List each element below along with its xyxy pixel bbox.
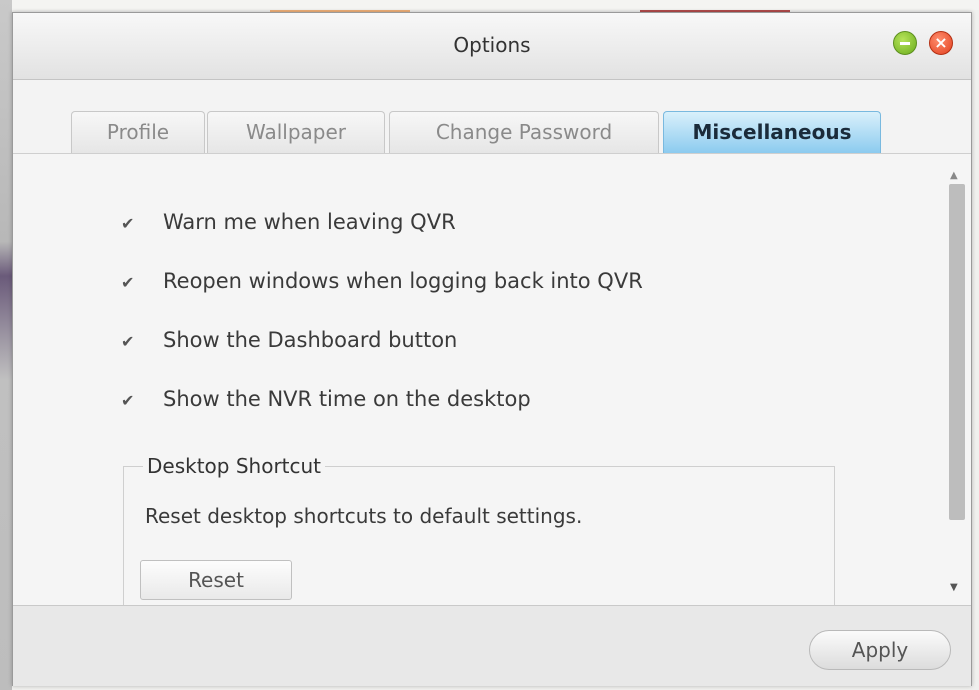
reset-button[interactable]: Reset — [140, 560, 292, 600]
option-label: Show the NVR time on the desktop — [163, 387, 531, 411]
dialog-footer: Apply — [13, 605, 971, 686]
background-top — [0, 0, 979, 10]
check-icon[interactable]: ✔ — [121, 274, 139, 292]
check-icon[interactable]: ✔ — [121, 333, 139, 351]
tab-profile[interactable]: Profile — [71, 111, 205, 153]
vertical-scrollbar[interactable]: ▲ ▼ — [945, 154, 969, 606]
background-edge — [0, 0, 12, 690]
option-label: Show the Dashboard button — [163, 328, 458, 352]
window-title: Options — [453, 33, 531, 57]
scroll-up-icon[interactable]: ▲ — [950, 170, 958, 181]
scroll-down-icon[interactable]: ▼ — [950, 582, 958, 593]
scroll-thumb[interactable] — [949, 184, 965, 520]
check-icon[interactable]: ✔ — [121, 392, 139, 410]
tab-change-password[interactable]: Change Password — [389, 111, 659, 153]
check-icon[interactable]: ✔ — [121, 215, 139, 233]
miscellaneous-panel: ✔ Warn me when leaving QVR ✔ Reopen wind… — [13, 153, 971, 606]
options-dialog: Options × Profile Wallpaper Change Passw… — [12, 12, 972, 686]
apply-button[interactable]: Apply — [809, 630, 951, 670]
close-icon[interactable]: × — [929, 31, 953, 55]
desktop-shortcut-description: Reset desktop shortcuts to default setti… — [145, 504, 583, 528]
tab-wallpaper[interactable]: Wallpaper — [207, 111, 385, 153]
option-label: Reopen windows when logging back into QV… — [163, 269, 643, 293]
minimize-icon[interactable] — [893, 31, 917, 55]
option-label: Warn me when leaving QVR — [163, 210, 456, 234]
title-bar[interactable]: Options × — [13, 13, 971, 80]
desktop-shortcut-title: Desktop Shortcut — [143, 454, 326, 478]
tab-miscellaneous[interactable]: Miscellaneous — [663, 111, 881, 153]
